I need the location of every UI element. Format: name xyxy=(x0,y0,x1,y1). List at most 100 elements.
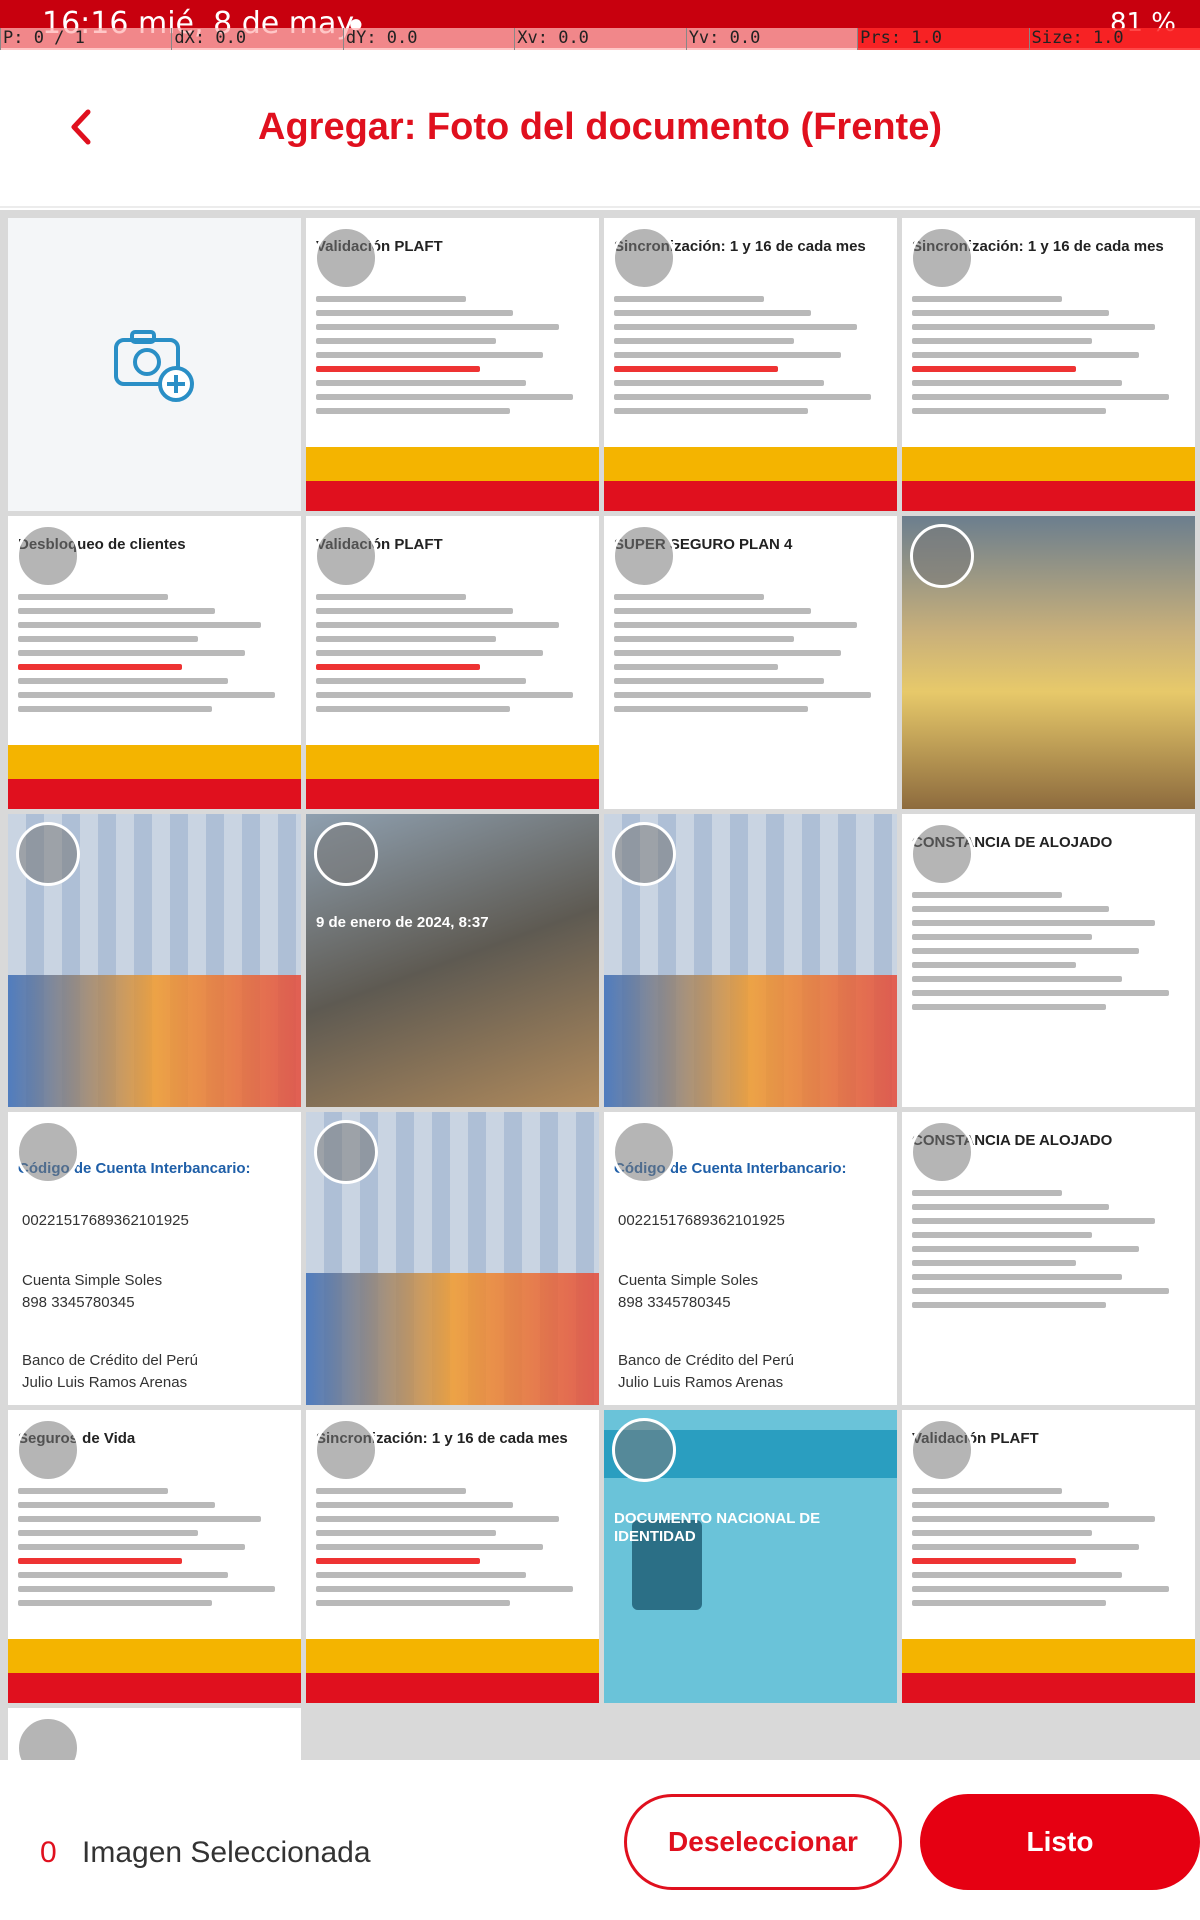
pointer-location-overlay: P: 0 / 1 dX: 0.0 dY: 0.0 Xv: 0.0 Yv: 0.0… xyxy=(0,28,1200,50)
brand-footer xyxy=(306,481,599,511)
pointer-count: P: 0 / 1 xyxy=(0,28,172,50)
select-checkbox[interactable] xyxy=(910,1120,974,1184)
thumbnail-caption: DOCUMENTO NACIONAL DE IDENTIDAD xyxy=(614,1510,821,1545)
account-detail: 898 3345780345 xyxy=(618,1294,731,1311)
image-thumbnail[interactable] xyxy=(306,1112,599,1405)
select-checkbox[interactable] xyxy=(612,822,676,886)
pointer-dy: dY: 0.0 xyxy=(342,28,515,50)
image-thumbnail[interactable]: Desbloqueo de clientes xyxy=(8,516,301,809)
image-thumbnail[interactable]: SUPER SEGURO PLAN 4 xyxy=(604,516,897,809)
account-detail: 00221517689362101925 xyxy=(22,1212,189,1229)
document-preview xyxy=(316,288,589,471)
image-thumbnail[interactable]: Seguros de Vida xyxy=(8,1410,301,1703)
image-thumbnail[interactable]: Código de Cuenta Interbancario: 002215176… xyxy=(8,1112,301,1405)
document-preview xyxy=(18,586,291,769)
select-checkbox[interactable] xyxy=(16,822,80,886)
image-grid: Validación PLAFT Sincronización: 1 y 16 d… xyxy=(0,210,1200,1760)
selected-count: 0 xyxy=(40,1836,57,1869)
document-preview xyxy=(912,884,1185,1067)
select-checkbox[interactable] xyxy=(612,1120,676,1184)
image-thumbnail[interactable]: 9 de enero de 2024, 8:37 xyxy=(306,814,599,1107)
image-thumbnail[interactable]: CONSTANCIA DE ALOJADO xyxy=(902,814,1195,1107)
camera-tile[interactable] xyxy=(8,218,301,511)
image-thumbnail[interactable]: Sincronización: 1 y 16 de cada mes xyxy=(604,218,897,511)
select-checkbox[interactable] xyxy=(612,1418,676,1482)
camera-add-icon xyxy=(113,329,194,402)
brand-footer xyxy=(8,779,301,809)
account-detail: Banco de Crédito del Perú xyxy=(22,1352,198,1369)
select-checkbox[interactable] xyxy=(314,524,378,588)
document-preview xyxy=(316,586,589,769)
select-checkbox[interactable] xyxy=(314,1120,378,1184)
thumbnail-caption: 9 de enero de 2024, 8:37 xyxy=(316,914,489,931)
brand-footer xyxy=(306,779,599,809)
document-preview xyxy=(614,586,887,769)
note-band xyxy=(902,447,1195,481)
document-preview xyxy=(316,1480,589,1663)
select-checkbox[interactable] xyxy=(910,524,974,588)
bill-image xyxy=(306,1273,599,1405)
account-detail: 898 3345780345 xyxy=(22,1294,135,1311)
account-detail: Julio Luis Ramos Arenas xyxy=(22,1374,188,1391)
select-checkbox[interactable] xyxy=(314,822,378,886)
image-thumbnail[interactable] xyxy=(604,814,897,1107)
note-band xyxy=(306,447,599,481)
note-band xyxy=(604,447,897,481)
app-header: Agregar: Foto del documento (Frente) xyxy=(0,50,1200,208)
document-preview xyxy=(18,1480,291,1663)
document-preview xyxy=(912,1480,1185,1663)
note-band xyxy=(8,1639,301,1673)
account-detail: Cuenta Simple Soles xyxy=(22,1272,163,1289)
account-detail: Banco de Crédito del Perú xyxy=(618,1352,794,1369)
select-checkbox[interactable] xyxy=(314,1418,378,1482)
account-detail: Julio Luis Ramos Arenas xyxy=(618,1374,784,1391)
page-title: Agregar: Foto del documento (Frente) xyxy=(258,106,942,148)
selection-bar: 0 Imagen Seleccionada Deseleccionar List… xyxy=(0,1760,1200,1920)
select-checkbox[interactable] xyxy=(16,1120,80,1184)
image-thumbnail[interactable]: DOCUMENTO NACIONAL DE IDENTIDAD xyxy=(604,1410,897,1703)
image-thumbnail[interactable]: Código de Cuenta Interbancario: 002215176… xyxy=(604,1112,897,1405)
select-checkbox[interactable] xyxy=(910,822,974,886)
brand-footer xyxy=(902,1673,1195,1703)
brand-footer xyxy=(604,481,897,511)
select-checkbox[interactable] xyxy=(16,524,80,588)
brand-footer xyxy=(306,1673,599,1703)
pointer-dx: dX: 0.0 xyxy=(171,28,343,50)
image-thumbnail[interactable]: Validación PLAFT xyxy=(306,516,599,809)
pointer-yv: Yv: 0.0 xyxy=(685,28,858,50)
select-checkbox[interactable] xyxy=(314,226,378,290)
note-band xyxy=(8,745,301,779)
note-band xyxy=(306,745,599,779)
note-band xyxy=(306,1639,599,1673)
selected-label: Imagen Seleccionada xyxy=(82,1836,371,1869)
bill-image xyxy=(604,975,897,1107)
bill-image xyxy=(8,975,301,1107)
image-thumbnail[interactable] xyxy=(8,814,301,1107)
document-preview xyxy=(912,288,1185,471)
document-preview xyxy=(912,1182,1185,1365)
image-grid-list: Validación PLAFT Sincronización: 1 y 16 d… xyxy=(8,218,1196,1760)
pointer-xv: Xv: 0.0 xyxy=(514,28,686,50)
select-checkbox[interactable] xyxy=(612,226,676,290)
note-band xyxy=(902,1639,1195,1673)
deselect-button[interactable]: Deseleccionar xyxy=(624,1794,902,1890)
image-thumbnail[interactable]: Validación PLAFT xyxy=(902,1410,1195,1703)
select-checkbox[interactable] xyxy=(16,1418,80,1482)
done-button[interactable]: Listo xyxy=(920,1794,1200,1890)
select-checkbox[interactable] xyxy=(612,524,676,588)
select-checkbox[interactable] xyxy=(910,1418,974,1482)
account-detail: Cuenta Simple Soles xyxy=(618,1272,759,1289)
select-checkbox[interactable] xyxy=(910,226,974,290)
pointer-size: Size: 1.0 xyxy=(1028,28,1200,50)
brand-footer xyxy=(902,481,1195,511)
image-thumbnail[interactable] xyxy=(902,516,1195,809)
document-preview xyxy=(614,288,887,471)
image-thumbnail[interactable]: Validación PLAFT xyxy=(306,218,599,511)
select-checkbox[interactable] xyxy=(16,1716,80,1760)
image-thumbnail[interactable] xyxy=(8,1708,301,1760)
pointer-pressure: Prs: 1.0 xyxy=(857,28,1029,50)
image-thumbnail[interactable]: Sincronización: 1 y 16 de cada mes xyxy=(306,1410,599,1703)
account-detail: 00221517689362101925 xyxy=(618,1212,785,1229)
image-thumbnail[interactable]: Sincronización: 1 y 16 de cada mes xyxy=(902,218,1195,511)
image-thumbnail[interactable]: CONSTANCIA DE ALOJADO xyxy=(902,1112,1195,1405)
